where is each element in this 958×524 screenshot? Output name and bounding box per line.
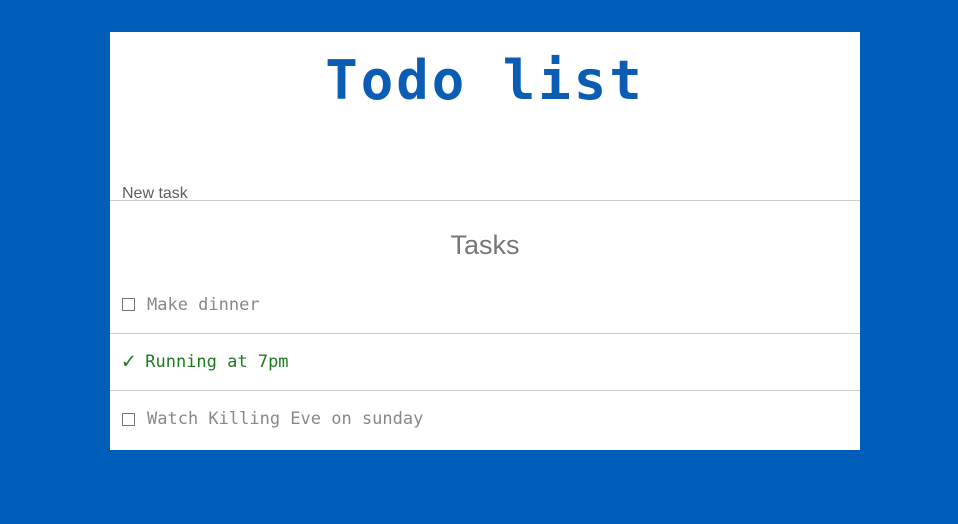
- task-item[interactable]: Make dinner: [110, 276, 860, 333]
- tasks-heading: Tasks: [450, 230, 520, 260]
- divider: [110, 200, 860, 201]
- task-label: Running at 7pm: [145, 352, 289, 372]
- task-label: Watch Killing Eve on sunday: [147, 409, 424, 429]
- checkmark-icon[interactable]: ✓: [122, 351, 135, 373]
- checkbox-empty-icon[interactable]: [122, 412, 135, 426]
- checkbox-empty-icon[interactable]: [122, 298, 135, 311]
- task-label: Make dinner: [147, 294, 260, 315]
- task-item[interactable]: ✓ Running at 7pm: [110, 333, 860, 390]
- todo-card: Todo list Tasks Make dinner ✓ Running at…: [110, 32, 860, 450]
- task-list: Make dinner ✓ Running at 7pm Watch Killi…: [110, 276, 860, 447]
- task-item[interactable]: Watch Killing Eve on sunday: [110, 390, 860, 447]
- app-title: Todo list: [325, 49, 645, 112]
